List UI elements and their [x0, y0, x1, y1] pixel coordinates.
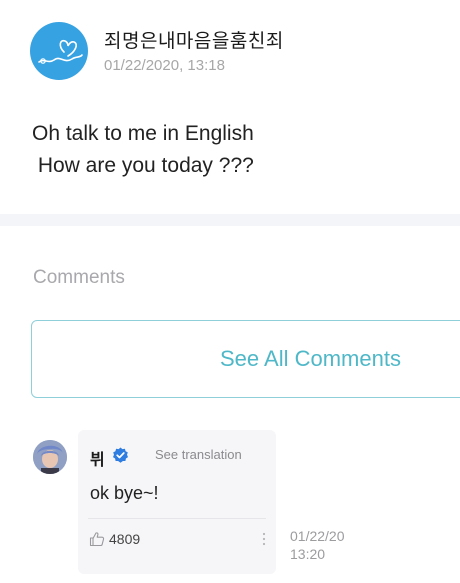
see-all-comments-label: See All Comments	[220, 346, 401, 371]
post-text-line: Oh talk to me in English	[32, 122, 254, 145]
comment-clock: 13:20	[290, 546, 326, 562]
commenter-name[interactable]: 뷔	[90, 446, 105, 470]
profile-photo-icon	[33, 440, 67, 474]
post-text-line: How are you today ???	[32, 154, 254, 177]
post-body: Oh talk to me in English How are you tod…	[32, 118, 452, 182]
post-header: 죄명은내마음을훔친죄 01/22/2020, 13:18	[30, 20, 450, 80]
comments-heading: Comments	[33, 267, 125, 288]
comment-date: 01/22/20	[290, 528, 345, 544]
section-divider	[0, 214, 460, 226]
comment-card: 뷔 See translation ok bye~! 4809	[78, 430, 276, 574]
see-translation-link[interactable]: See translation	[155, 447, 242, 462]
post-timestamp: 01/22/2020, 13:18	[104, 57, 225, 74]
like-count: 4809	[109, 531, 141, 547]
commenter-avatar[interactable]	[33, 440, 67, 474]
more-options-icon[interactable]	[261, 530, 267, 548]
heart-doodle-icon	[38, 39, 83, 64]
see-all-comments-button[interactable]: See All Comments	[31, 320, 460, 398]
verified-check-icon	[113, 447, 128, 463]
author-name[interactable]: 죄명은내마음을훔친죄	[104, 26, 284, 53]
thumbs-up-icon[interactable]	[89, 531, 105, 547]
author-avatar[interactable]	[30, 22, 88, 80]
comment-text: ok bye~!	[90, 483, 159, 503]
comment-timestamp: 01/22/20 13:20	[290, 527, 370, 563]
card-divider	[88, 518, 266, 519]
